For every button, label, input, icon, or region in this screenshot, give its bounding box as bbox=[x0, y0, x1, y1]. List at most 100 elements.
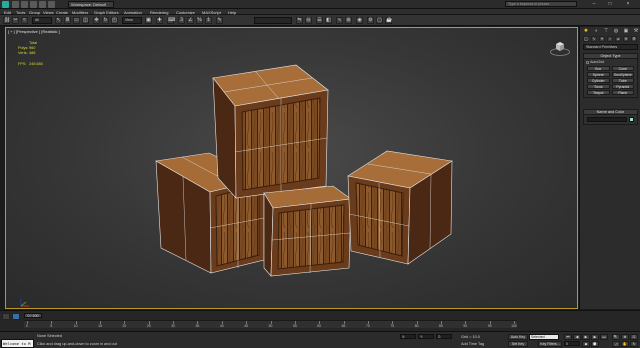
geometry-icon[interactable]: ◯ bbox=[583, 36, 589, 42]
keyboard-shortcut-override-icon[interactable]: ⌨ bbox=[167, 17, 175, 24]
torus-button[interactable]: Torus bbox=[587, 84, 610, 89]
selection-filter-dropdown[interactable]: All bbox=[32, 17, 52, 24]
y-coordinate-field[interactable]: Y: bbox=[418, 334, 434, 339]
set-key-button[interactable]: Set Key bbox=[508, 341, 528, 347]
sphere-button[interactable]: Sphere bbox=[587, 72, 610, 77]
box-button[interactable]: Box bbox=[587, 66, 610, 71]
modify-tab-icon[interactable]: ◖ bbox=[592, 28, 600, 35]
orbit-icon[interactable]: ↻ bbox=[630, 341, 638, 347]
helpers-icon[interactable]: ⊿ bbox=[615, 36, 621, 42]
undo-icon[interactable] bbox=[39, 1, 46, 8]
close-button[interactable]: × bbox=[622, 0, 634, 8]
menu-customize[interactable]: Customize bbox=[176, 10, 195, 15]
select-object-icon[interactable]: ↖ bbox=[55, 17, 62, 24]
key-mode-toggle-icon[interactable]: ◆ bbox=[582, 341, 590, 347]
percent-snap-icon[interactable]: % bbox=[196, 17, 203, 24]
field-of-view-icon[interactable]: ◿ bbox=[612, 341, 620, 347]
layer-manager-icon[interactable]: ☰ bbox=[316, 17, 323, 24]
open-file-icon[interactable] bbox=[21, 1, 28, 8]
x-coordinate-field[interactable]: X: bbox=[400, 334, 416, 339]
zoom-extents-icon[interactable]: ⊡ bbox=[630, 334, 638, 340]
snaps-toggle-icon[interactable]: 3 bbox=[178, 17, 185, 24]
previous-frame-icon[interactable]: ◀ bbox=[573, 334, 581, 340]
time-slider[interactable]: 0 / 100 bbox=[24, 313, 42, 318]
bind-to-spacewarp-icon[interactable]: ≈ bbox=[21, 17, 28, 24]
time-configuration-icon[interactable] bbox=[12, 313, 20, 320]
crate-top[interactable] bbox=[212, 64, 329, 199]
save-file-icon[interactable] bbox=[30, 1, 37, 8]
menu-create[interactable]: Create bbox=[56, 10, 68, 15]
edit-named-selection-icon[interactable]: ✎ bbox=[216, 17, 223, 24]
menu-tools[interactable]: Tools bbox=[16, 10, 25, 15]
z-coordinate-field[interactable]: Z: bbox=[436, 334, 452, 339]
workspace-dropdown[interactable]: Workspace: Default bbox=[68, 1, 114, 8]
mini-curve-editor-icon[interactable] bbox=[2, 313, 10, 320]
crate-right[interactable] bbox=[347, 150, 453, 265]
teapot-button[interactable]: Teapot bbox=[587, 90, 610, 95]
pivot-point-center-icon[interactable]: ▣ bbox=[145, 17, 152, 24]
systems-icon[interactable]: ⚙ bbox=[631, 36, 637, 42]
cameras-icon[interactable]: ▪ bbox=[607, 36, 613, 42]
go-to-end-icon[interactable]: ⏭ bbox=[600, 334, 608, 340]
unlink-icon[interactable]: ✂ bbox=[12, 17, 19, 24]
align-icon[interactable]: ⊟ bbox=[305, 17, 312, 24]
go-to-start-icon[interactable]: ⏮ bbox=[564, 334, 572, 340]
object-name-input[interactable] bbox=[587, 117, 628, 122]
spacewarps-icon[interactable]: ≋ bbox=[623, 36, 629, 42]
new-scene-icon[interactable] bbox=[12, 1, 19, 8]
menu-graph-editors[interactable]: Graph Editors bbox=[94, 10, 119, 15]
menu-modifiers[interactable]: Modifiers bbox=[72, 10, 88, 15]
motion-tab-icon[interactable]: ◍ bbox=[612, 28, 620, 35]
mirror-icon[interactable]: ⇋ bbox=[296, 17, 303, 24]
cylinder-button[interactable]: Cylinder bbox=[587, 78, 610, 83]
tube-button[interactable]: Tube bbox=[611, 78, 634, 83]
track-bar[interactable]: 0 5 10 15 20 25 30 35 40 45 50 55 60 65 70 75 80 85 90 95 10… bbox=[24, 320, 517, 328]
play-icon[interactable]: ▶ bbox=[582, 334, 590, 340]
create-tab-icon[interactable]: ✹ bbox=[582, 28, 590, 35]
pan-view-icon[interactable]: ✋ bbox=[621, 341, 629, 347]
curve-editor-icon[interactable]: ∿ bbox=[336, 17, 343, 24]
current-frame-field[interactable]: 0 bbox=[564, 341, 580, 346]
render-production-icon[interactable]: ☕ bbox=[385, 17, 392, 24]
spinner-snap-icon[interactable]: ⇕ bbox=[205, 17, 212, 24]
autogrid-box[interactable] bbox=[586, 60, 589, 64]
time-config-icon[interactable]: ⌚ bbox=[591, 341, 599, 347]
select-and-move-icon[interactable]: ✥ bbox=[93, 17, 100, 24]
plane-button[interactable]: Plane bbox=[611, 90, 634, 95]
crates-scene[interactable] bbox=[6, 28, 578, 309]
hierarchy-tab-icon[interactable]: ⊤ bbox=[602, 28, 610, 35]
crate-bottom-middle[interactable] bbox=[263, 185, 352, 277]
pyramid-button[interactable]: Pyramid bbox=[611, 84, 634, 89]
select-and-rotate-icon[interactable]: ↻ bbox=[102, 17, 109, 24]
named-selection-set-dropdown[interactable] bbox=[254, 17, 292, 24]
object-color-swatch[interactable] bbox=[629, 117, 634, 122]
zoom-icon[interactable]: 🔍 bbox=[612, 334, 620, 340]
menu-animation[interactable]: Animation bbox=[124, 10, 142, 15]
lights-icon[interactable]: ☀ bbox=[599, 36, 605, 42]
rendered-frame-window-icon[interactable]: ▢ bbox=[376, 17, 383, 24]
select-and-manipulate-icon[interactable]: ✚ bbox=[156, 17, 163, 24]
key-mode-dropdown[interactable]: Selected bbox=[529, 334, 559, 340]
add-time-tag[interactable]: Add Time Tag bbox=[461, 342, 484, 346]
render-setup-icon[interactable]: ⚙ bbox=[367, 17, 374, 24]
angle-snap-icon[interactable]: ∠ bbox=[187, 17, 194, 24]
menu-edit[interactable]: Edit bbox=[4, 10, 11, 15]
geosphere-button[interactable]: GeoSphere bbox=[611, 72, 634, 77]
primitive-category-dropdown[interactable]: Standard Primitives bbox=[583, 44, 638, 50]
window-crossing-icon[interactable]: ◫ bbox=[82, 17, 89, 24]
cone-button[interactable]: Cone bbox=[611, 66, 634, 71]
menu-rendering[interactable]: Rendering bbox=[150, 10, 168, 15]
next-frame-icon[interactable]: ▶ bbox=[591, 334, 599, 340]
select-and-link-icon[interactable]: ⛓ bbox=[3, 17, 10, 24]
menu-help[interactable]: Help bbox=[228, 10, 236, 15]
reference-coordinate-dropdown[interactable]: View bbox=[122, 17, 142, 24]
keyword-search-input[interactable]: Type a keyword or phrase bbox=[505, 1, 577, 7]
rectangular-selection-icon[interactable]: ▭ bbox=[73, 17, 80, 24]
display-tab-icon[interactable]: ▣ bbox=[622, 28, 630, 35]
perspective-viewport[interactable]: [ + ] [Perspective ] [Realistic ] Total … bbox=[5, 27, 578, 309]
maximize-button[interactable]: □ bbox=[604, 0, 616, 8]
auto-key-button[interactable]: Auto Key bbox=[508, 334, 528, 340]
menu-group[interactable]: Group bbox=[29, 10, 40, 15]
menu-maxscript[interactable]: MAXScript bbox=[202, 10, 221, 15]
menu-views[interactable]: Views bbox=[43, 10, 54, 15]
